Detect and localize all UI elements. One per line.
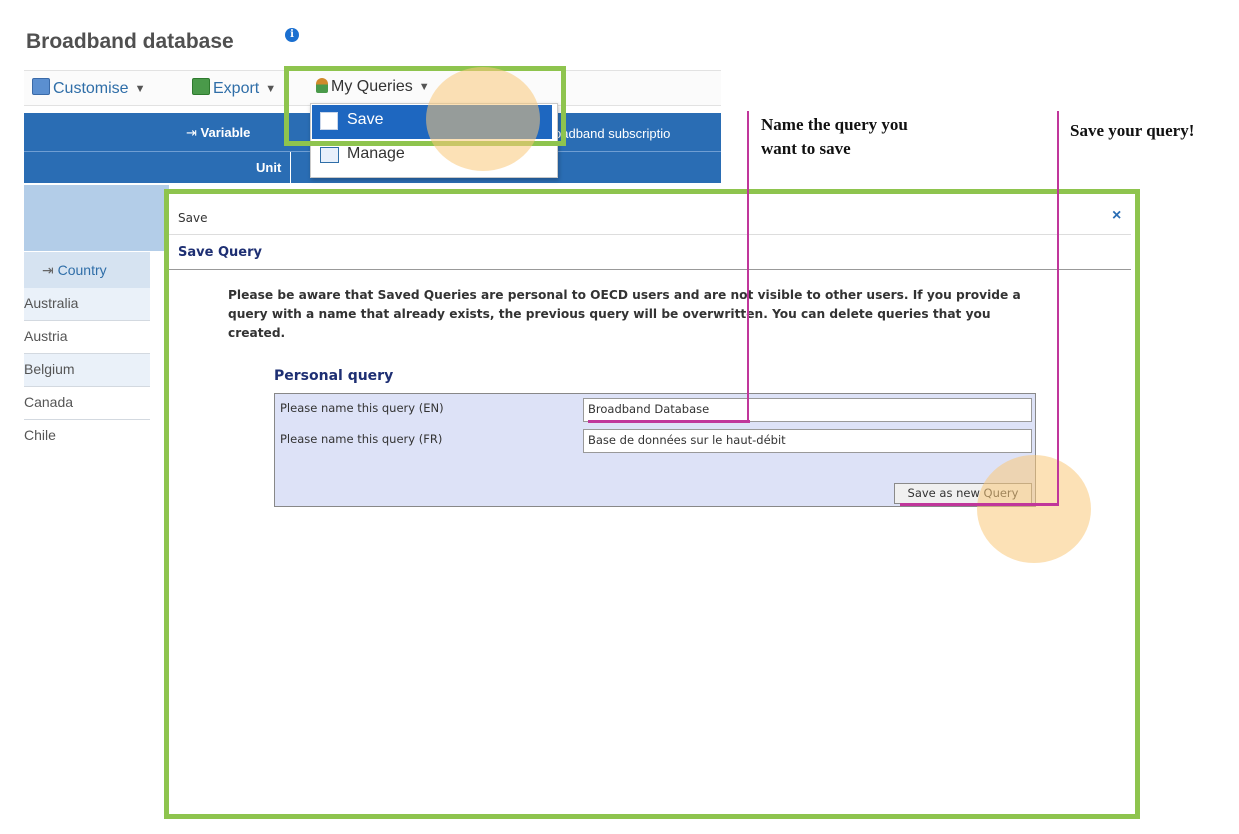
unit-dimension-label[interactable]: Unit [256, 160, 281, 175]
variable-label: Variable [200, 125, 251, 140]
export-label: Export [213, 80, 260, 97]
country-label: Country [57, 262, 107, 278]
menu-item-manage[interactable]: Manage [347, 145, 405, 163]
annotation-leader-line [747, 111, 749, 422]
variable-column-header[interactable]: oadband subscriptio [554, 126, 721, 141]
annotation-underline-en [588, 420, 750, 423]
annotation-save-query: Save your query! [1070, 121, 1195, 140]
customise-label: Customise [53, 80, 129, 97]
pivot-arrow-icon: ⇥ [186, 125, 201, 140]
customise-menu-button[interactable]: Customise ▼ [32, 78, 145, 98]
country-dimension-label[interactable]: ⇥ Country [42, 262, 107, 279]
annotation-name-query: Name the query you want to save [761, 113, 908, 161]
table-row[interactable]: Australia [24, 288, 150, 321]
annotation-leader-line [1057, 111, 1059, 506]
annotation-line: Name the query you [761, 115, 908, 134]
table-row[interactable]: Canada [24, 387, 150, 420]
chevron-down-icon: ▼ [265, 83, 277, 95]
table-row[interactable]: Belgium [24, 354, 150, 387]
table-subheader [24, 185, 169, 251]
column-separator [290, 152, 291, 183]
annotation-underline-button [900, 503, 1059, 506]
info-icon[interactable]: i [285, 28, 299, 42]
customise-icon [32, 78, 50, 95]
manage-icon [320, 147, 339, 163]
country-name: Australia [24, 295, 79, 311]
pivot-arrow-icon: ⇥ [42, 262, 58, 278]
country-name: Austria [24, 328, 68, 344]
table-row[interactable]: Chile [24, 420, 150, 452]
table-row[interactable]: Austria [24, 321, 150, 354]
country-name: Chile [24, 427, 56, 443]
country-name: Belgium [24, 361, 75, 377]
export-menu-button[interactable]: Export ▼ [192, 78, 276, 98]
country-name: Canada [24, 394, 74, 410]
export-icon [192, 78, 210, 95]
click-highlight-circle [977, 455, 1091, 563]
click-highlight-circle [426, 67, 540, 171]
annotation-line: want to save [761, 139, 851, 158]
page-title: Broadband database [26, 30, 234, 53]
variable-dimension-label[interactable]: ⇥ Variable [186, 125, 250, 141]
chevron-down-icon: ▼ [134, 83, 146, 95]
